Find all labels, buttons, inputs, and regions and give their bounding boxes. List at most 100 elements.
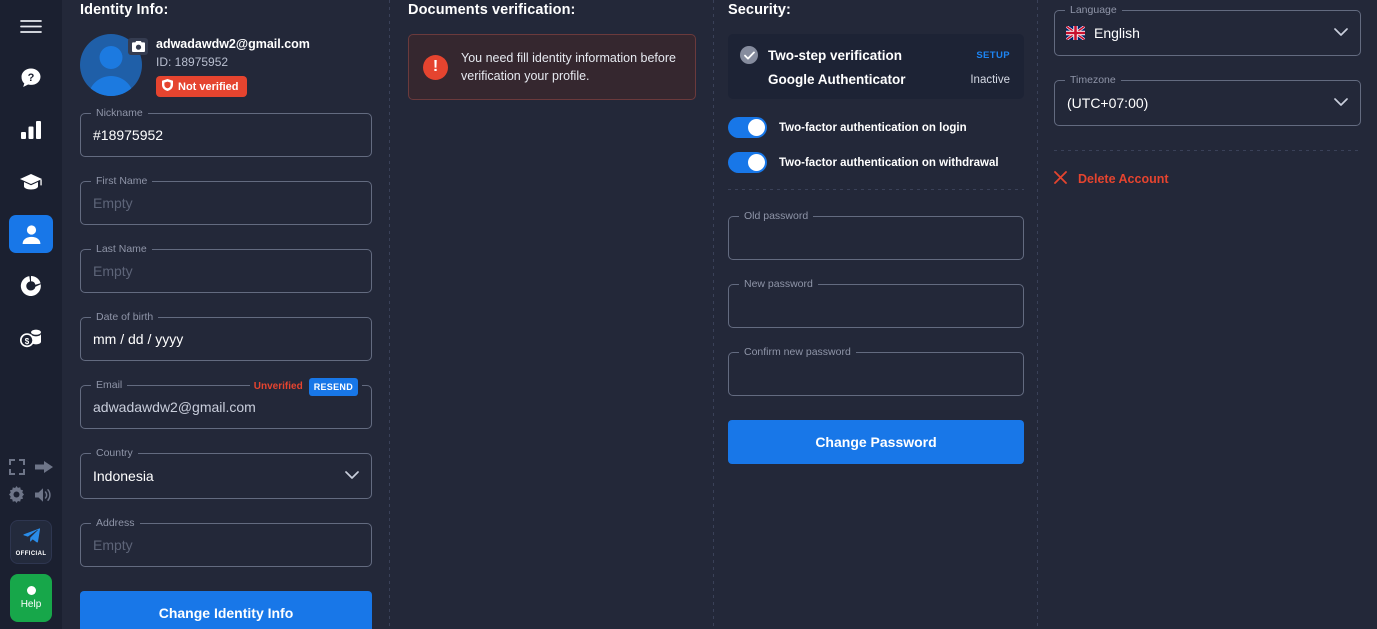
toggle-knob xyxy=(748,119,765,136)
question-bubble-icon: ? xyxy=(20,67,42,89)
account-email: adwadawdw2@gmail.com xyxy=(156,37,310,51)
delete-account-button[interactable]: Delete Account xyxy=(1054,171,1361,187)
two-step-verification-card: Two-step verification SETUP Google Authe… xyxy=(728,34,1024,99)
address-value: Empty xyxy=(93,537,133,553)
documents-section-title: Documents verification: xyxy=(408,2,576,18)
two-factor-withdrawal-row: Two-factor authentication on withdrawal xyxy=(728,152,1024,173)
sidebar-utility-row-1 xyxy=(0,459,62,480)
graduation-cap-icon xyxy=(19,172,43,192)
telegram-icon xyxy=(22,527,40,548)
identity-header: adwadawdw2@gmail.com ID: 18975952 Not ve… xyxy=(80,34,372,97)
sidebar-bottom: OFFICIAL Help xyxy=(0,459,62,629)
security-divider xyxy=(728,189,1024,190)
nickname-label: Nickname xyxy=(91,107,148,120)
coins-icon: $ xyxy=(19,328,43,348)
sidebar-item-finance[interactable]: $ xyxy=(9,319,53,357)
sidebar-item-menu[interactable] xyxy=(9,7,53,45)
last-name-value: Empty xyxy=(93,263,133,279)
nickname-field[interactable]: Nickname #18975952 xyxy=(80,107,372,157)
identity-info-column: Identity Info: adwadawdw2@gmail.com ID: … xyxy=(62,0,390,629)
language-select[interactable]: Language English xyxy=(1054,4,1361,56)
security-section-title: Security: xyxy=(728,2,791,18)
identity-section-title: Identity Info: xyxy=(80,2,169,18)
identity-meta: adwadawdw2@gmail.com ID: 18975952 Not ve… xyxy=(156,34,310,97)
two-step-row: Two-step verification SETUP xyxy=(740,46,1010,64)
bar-chart-icon xyxy=(20,120,42,140)
google-authenticator-status: Inactive xyxy=(970,73,1010,86)
help-label: Help xyxy=(20,599,42,610)
two-step-label: Two-step verification xyxy=(768,47,903,63)
address-label: Address xyxy=(91,517,140,530)
language-value: English xyxy=(1094,25,1140,41)
security-column: Security: Two-step verification SETUP Go… xyxy=(714,0,1038,629)
speaker-icon[interactable] xyxy=(35,487,54,508)
sidebar-item-profile[interactable] xyxy=(9,215,53,253)
avatar-head xyxy=(99,46,123,69)
main-content: Identity Info: adwadawdw2@gmail.com ID: … xyxy=(62,0,1377,629)
change-identity-info-button[interactable]: Change Identity Info xyxy=(80,591,372,629)
verification-alert: ! You need fill identity information bef… xyxy=(408,34,696,101)
resend-button[interactable]: RESEND xyxy=(308,378,358,396)
exclamation-icon: ! xyxy=(423,54,448,80)
sidebar-item-history[interactable] xyxy=(9,267,53,305)
email-status-group: Unverified RESEND xyxy=(249,378,362,396)
change-password-button[interactable]: Change Password xyxy=(728,420,1024,464)
old-password-field[interactable]: Old password xyxy=(728,210,1024,260)
address-field[interactable]: Address Empty xyxy=(80,517,372,567)
two-step-setup-link[interactable]: SETUP xyxy=(976,50,1010,61)
email-label: Email xyxy=(91,379,128,392)
arrow-right-icon[interactable] xyxy=(35,459,53,480)
timezone-value: (UTC+07:00) xyxy=(1067,95,1149,111)
two-factor-withdrawal-toggle[interactable] xyxy=(728,152,767,173)
last-name-field[interactable]: Last Name Empty xyxy=(80,243,372,293)
email-value: adwadawdw2@gmail.com xyxy=(93,399,256,415)
two-step-left: Two-step verification xyxy=(740,46,902,64)
status-badge-label: Not verified xyxy=(178,80,239,93)
email-field[interactable]: Email Unverified RESEND adwadawdw2@gmail… xyxy=(80,378,372,429)
country-value: Indonesia xyxy=(93,468,154,484)
close-x-icon xyxy=(1054,171,1067,187)
new-password-field[interactable]: New password xyxy=(728,278,1024,328)
country-select[interactable]: Country Indonesia xyxy=(80,447,372,499)
fullscreen-icon[interactable] xyxy=(9,459,25,480)
documents-verification-column: Documents verification: ! You need fill … xyxy=(390,0,714,629)
first-name-value: Empty xyxy=(93,195,133,211)
two-factor-login-row: Two-factor authentication on login xyxy=(728,117,1024,138)
timezone-select[interactable]: Timezone (UTC+07:00) xyxy=(1054,74,1361,126)
delete-account-label: Delete Account xyxy=(1078,172,1169,186)
date-of-birth-label: Date of birth xyxy=(91,311,159,324)
sidebar-item-education[interactable] xyxy=(9,163,53,201)
toggle-knob xyxy=(748,154,765,171)
timezone-label: Timezone xyxy=(1065,74,1121,87)
dot-icon xyxy=(26,586,36,595)
chevron-down-icon xyxy=(1334,24,1348,42)
chevron-down-icon xyxy=(345,467,359,485)
last-name-label: Last Name xyxy=(91,243,152,256)
language-label: Language xyxy=(1065,4,1122,17)
sidebar-item-help[interactable]: ? xyxy=(9,59,53,97)
camera-icon[interactable] xyxy=(128,38,148,55)
google-authenticator-label: Google Authenticator xyxy=(768,72,906,87)
official-telegram-button[interactable]: OFFICIAL xyxy=(10,520,52,564)
check-circle-icon xyxy=(740,46,758,64)
account-id: ID: 18975952 xyxy=(156,55,229,69)
user-icon xyxy=(21,224,42,245)
first-name-field[interactable]: First Name Empty xyxy=(80,175,372,225)
uk-flag-icon xyxy=(1066,26,1085,40)
chevron-down-icon xyxy=(1334,94,1348,112)
avatar-wrapper[interactable] xyxy=(80,34,148,96)
google-authenticator-row: Google Authenticator Inactive xyxy=(740,72,1010,87)
confirm-password-label: Confirm new password xyxy=(739,346,856,359)
sidebar-item-analytics[interactable] xyxy=(9,111,53,149)
new-password-label: New password xyxy=(739,278,818,291)
two-factor-login-toggle[interactable] xyxy=(728,117,767,138)
country-label: Country xyxy=(91,447,138,460)
status-badge: Not verified xyxy=(156,76,247,97)
help-button[interactable]: Help xyxy=(10,574,52,622)
pie-chart-icon xyxy=(20,275,42,297)
gear-icon[interactable] xyxy=(8,486,25,508)
language-value-group: English xyxy=(1066,25,1140,41)
date-of-birth-field[interactable]: Date of birth mm / dd / yyyy xyxy=(80,311,372,361)
two-factor-withdrawal-label: Two-factor authentication on withdrawal xyxy=(779,156,999,169)
confirm-password-field[interactable]: Confirm new password xyxy=(728,346,1024,396)
